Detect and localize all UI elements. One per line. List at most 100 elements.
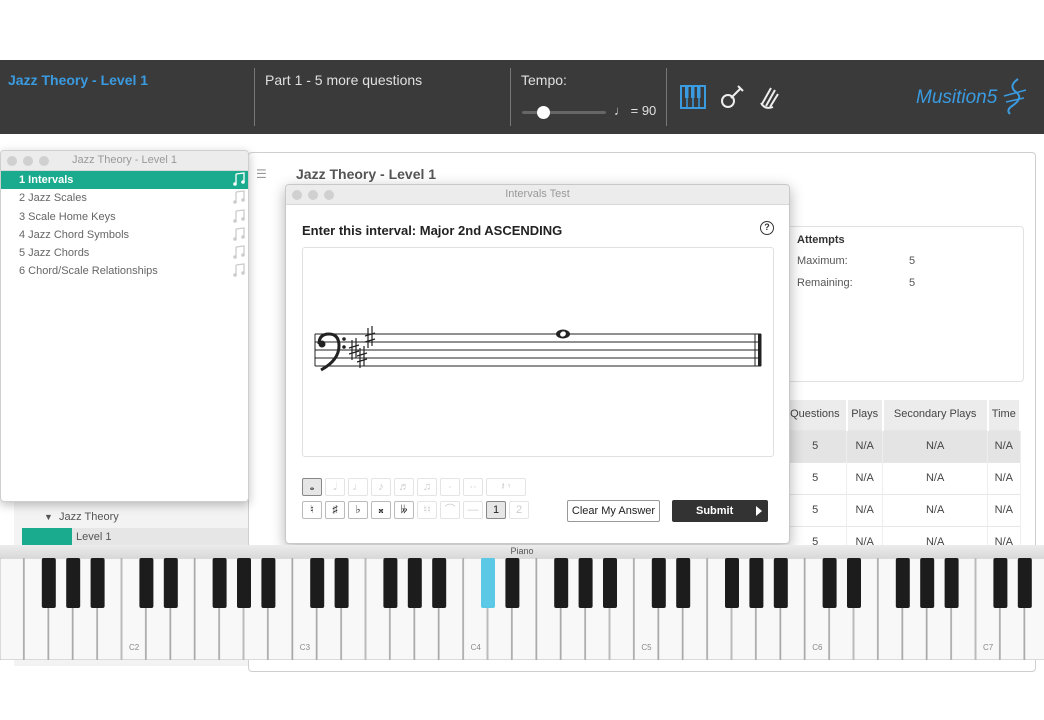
piano-black-key[interactable] [432,558,447,608]
piano-white-key[interactable] [0,558,24,660]
piano-black-key[interactable] [651,558,666,608]
list-icon[interactable]: ☰ [256,167,267,181]
piano-title[interactable]: Piano [0,545,1044,558]
results-table: Questions Plays Secondary Plays Time 5 N… [784,400,1022,558]
dot-tool[interactable]: · [440,478,460,496]
piano-black-key[interactable] [676,558,691,608]
triangle-down-icon: ▼ [44,512,53,522]
piano-black-key[interactable] [920,558,935,608]
eighth-note-tool[interactable]: ♪ [371,478,391,496]
tree-group-jazz-theory[interactable]: ▼ Jazz Theory [44,511,119,523]
attempts-maximum-value: 5 [909,255,916,267]
octave-label: C7 [983,643,994,652]
exercise-list-item[interactable]: 6 Chord/Scale Relationships [1,262,248,280]
tempo-value-text: = 90 [630,103,657,118]
help-icon[interactable]: ? [760,221,774,235]
whole-note-tool[interactable]: 𝅝 [302,478,322,496]
thirty-second-note-tool[interactable]: ♫ [417,478,437,496]
piano-black-key[interactable] [895,558,910,608]
piano-panel: Piano C2 C3 C4 C5 C6 C7 [0,545,1044,660]
piano-black-key[interactable] [90,558,105,608]
piano-black-key[interactable] [261,558,276,608]
window-titlebar[interactable]: Jazz Theory - Level 1 [1,151,248,171]
double-dot-tool[interactable]: ·· [463,478,483,496]
exercise-list-item-label: 6 Chord/Scale Relationships [19,265,158,278]
staff-svg [314,326,762,372]
exercise-list-item[interactable]: 4 Jazz Chord Symbols [1,226,248,244]
tempo-slider[interactable] [522,111,606,114]
piano-black-key[interactable] [66,558,81,608]
piano-black-key[interactable] [1017,558,1032,608]
piano-keyboard[interactable]: C2 C3 C4 C5 C6 C7 [0,558,1044,660]
notation-staff[interactable] [302,247,774,457]
quarter-note-icon: ♩ [614,103,627,118]
tree-group-label: Jazz Theory [59,511,119,523]
piano-black-key[interactable] [822,558,837,608]
natural-tool[interactable]: ♮ [302,501,322,519]
dialog-title: Intervals Test [505,188,570,200]
submit-button[interactable]: Submit [672,500,768,522]
octave-label: C5 [641,643,652,652]
piano-black-key[interactable] [847,558,861,608]
piano-black-key[interactable] [383,558,398,608]
piano-black-key[interactable] [749,558,764,608]
tie-tool[interactable]: ⌒ [440,501,460,519]
exercise-list-item-label: 3 Scale Home Keys [19,210,116,223]
sharp-tool[interactable]: ♯ [325,501,345,519]
table-row[interactable]: 5 N/A N/A N/A [784,461,1021,494]
piano-black-key[interactable] [993,558,1008,608]
clap-icon[interactable] [757,84,783,110]
piano-black-key[interactable] [139,558,154,608]
dialog-titlebar[interactable]: Intervals Test [286,185,789,205]
piano-black-key[interactable] [41,558,56,608]
guitar-icon[interactable] [719,84,745,110]
piano-black-key[interactable] [578,558,593,608]
piano-black-key[interactable] [773,558,788,608]
octave-label: C6 [812,643,823,652]
exercise-list-item[interactable]: 5 Jazz Chords [1,244,248,262]
exercise-list-item-label: 1 Intervals [19,174,74,186]
voice-2-tool[interactable]: 2 [509,501,529,519]
piano-black-key[interactable] [554,558,569,608]
toolbar-divider [510,68,511,126]
piano-black-key[interactable] [334,558,349,608]
table-row[interactable]: 5 N/A N/A N/A [784,429,1021,462]
sixteenth-note-tool[interactable]: ♬ [394,478,414,496]
tree-item-accent [22,528,72,546]
exercise-list-item[interactable]: 2 Jazz Scales [1,189,248,207]
flat-tool[interactable]: ♭ [348,501,368,519]
piano-black-key[interactable] [725,558,739,608]
col-questions: Questions [784,400,848,430]
piano-black-key[interactable] [310,558,325,608]
top-toolbar: Jazz Theory - Level 1 Part 1 - 5 more qu… [0,60,1044,134]
exercise-list-item[interactable]: 1 Intervals [1,171,248,190]
quarter-note-tool[interactable]: ♩ [348,478,368,496]
rest-tool[interactable]: 𝄽 𝄾 [486,478,526,496]
piano-black-key-highlighted[interactable] [481,558,495,608]
exercise-list-item-label: 5 Jazz Chords [19,247,90,260]
piano-icon[interactable] [680,84,706,110]
piano-black-key[interactable] [212,558,227,608]
play-arrow-icon [756,506,762,516]
half-note-tool[interactable]: 𝅗𝅥 [325,478,345,496]
piano-black-key[interactable] [944,558,959,608]
double-sharp-tool[interactable]: 𝄪 [371,501,391,519]
piano-black-key[interactable] [603,558,617,608]
piano-black-key[interactable] [407,558,422,608]
piano-black-key[interactable] [505,558,520,608]
tempo-slider-handle[interactable] [537,106,550,119]
double-flat-tool[interactable]: 𝄫 [394,501,414,519]
table-cell: N/A [882,461,989,494]
exercise-list-item[interactable]: 3 Scale Home Keys [1,208,248,226]
table-cell: N/A [846,493,884,526]
exercise-list-window: Jazz Theory - Level 1 1 Intervals 2 Jazz … [0,150,249,502]
piano-black-key[interactable] [237,558,251,608]
table-row[interactable]: 5 N/A N/A N/A [784,493,1021,526]
clear-answer-button[interactable]: Clear My Answer [567,500,660,522]
piano-black-key[interactable] [163,558,178,608]
courtesy-accidental-tool[interactable]: ♮♮ [417,501,437,519]
slur-tool[interactable]: — [463,501,483,519]
table-cell: N/A [846,429,884,462]
voice-1-tool[interactable]: 1 [486,501,506,519]
course-title[interactable]: Jazz Theory - Level 1 [8,72,148,88]
